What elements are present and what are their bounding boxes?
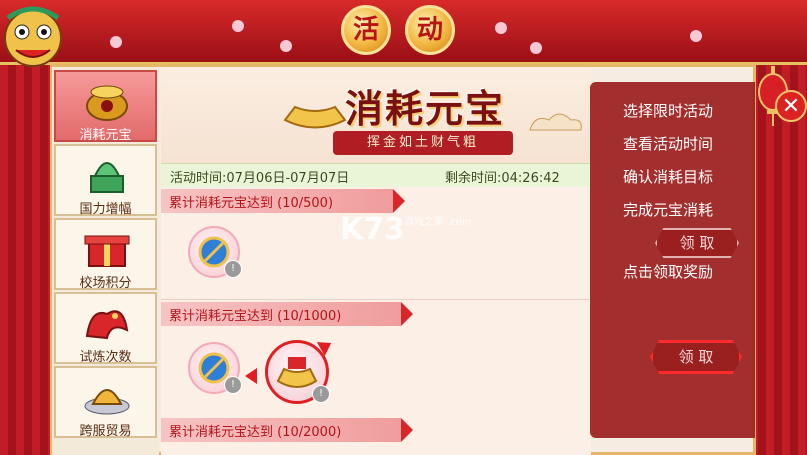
sidebar-item-national-power[interactable]: 国力增幅 — [54, 144, 157, 217]
petal-decoration — [690, 30, 702, 42]
sidebar-item-cross-server-trade[interactable]: 跨服贸易 — [54, 366, 157, 439]
sidebar-item-label: 消耗元宝 — [79, 128, 132, 143]
step-text: 确认消耗目标 — [623, 168, 714, 186]
cloud-icon — [529, 113, 582, 131]
banner-title: 消耗元宝 — [345, 86, 506, 131]
sidebar-item-label: 校场积分 — [79, 276, 132, 291]
event-info-bar: 活动时间:07月06日-07月07日 剩余时间:04:26:42 — [161, 163, 591, 188]
lock-badge-icon: ! — [312, 385, 330, 403]
task-label: 累计消耗元宝达到 (10/500) — [169, 196, 334, 211]
petal-decoration — [110, 36, 122, 48]
task-header: 累计消耗元宝达到 (10/2000) — [161, 418, 423, 442]
divider — [161, 299, 591, 300]
petal-decoration — [280, 40, 292, 52]
red-arrow-icon — [245, 368, 257, 384]
title-plate: 活 动 — [327, 2, 479, 58]
title-char: 活 — [341, 5, 391, 55]
arrow-icon — [401, 302, 413, 326]
sidebar-item-label: 试炼次数 — [79, 350, 132, 365]
reward-item[interactable]: ! — [188, 226, 242, 278]
step-text: 完成元宝消耗 — [623, 201, 714, 219]
task-header: 累计消耗元宝达到 (10/500) — [161, 189, 413, 213]
event-period: 活动时间:07月06日-07月07日 — [170, 171, 350, 186]
banner-subtitle: 挥金如土财气粗 — [333, 131, 513, 155]
arrow-icon — [401, 418, 413, 442]
gift-box-icon — [84, 235, 130, 267]
petal-decoration — [530, 42, 542, 54]
task-label: 累计消耗元宝达到 (10/2000) — [169, 425, 342, 440]
task-header: 累计消耗元宝达到 (10/1000) — [161, 302, 423, 326]
petal-decoration — [495, 22, 507, 34]
step-text: 选择限时活动 — [623, 102, 714, 120]
close-button[interactable]: ✕ — [775, 90, 807, 122]
step-text: 点击领取奖励 — [623, 263, 714, 281]
petal-decoration — [232, 20, 244, 32]
claim-button[interactable]: 领 取 — [650, 340, 742, 374]
gold-ingot-icon — [283, 105, 347, 129]
sidebar-item-trial-count[interactable]: 试炼次数 — [54, 292, 157, 365]
lock-badge-icon: ! — [224, 376, 242, 394]
dragon-icon — [85, 310, 129, 340]
claim-button[interactable]: 领 取 — [655, 228, 739, 258]
reward-item[interactable]: ! — [188, 342, 242, 394]
jade-seal-icon — [90, 162, 124, 193]
sidebar-item-consume-ingot[interactable]: 消耗元宝 — [54, 70, 157, 143]
step-text: 查看活动时间 — [623, 135, 714, 153]
treasure-icon — [84, 389, 130, 415]
sidebar-item-label: 国力增幅 — [79, 202, 132, 217]
time-remaining: 剩余时间:04:26:42 — [445, 171, 560, 186]
watermark: K73 — [340, 212, 405, 247]
arrow-icon — [393, 189, 405, 213]
task-label: 累计消耗元宝达到 (10/1000) — [169, 309, 342, 324]
sidebar-item-label: 跨服贸易 — [79, 424, 132, 439]
reward-item[interactable]: ! — [265, 340, 330, 404]
gold-pot-icon — [86, 85, 128, 121]
watermark-sub: 游戏之家 .com — [404, 217, 472, 228]
lock-badge-icon: ! — [224, 260, 242, 278]
sidebar-item-arena-points[interactable]: 校场积分 — [54, 218, 157, 291]
title-char: 动 — [405, 5, 455, 55]
